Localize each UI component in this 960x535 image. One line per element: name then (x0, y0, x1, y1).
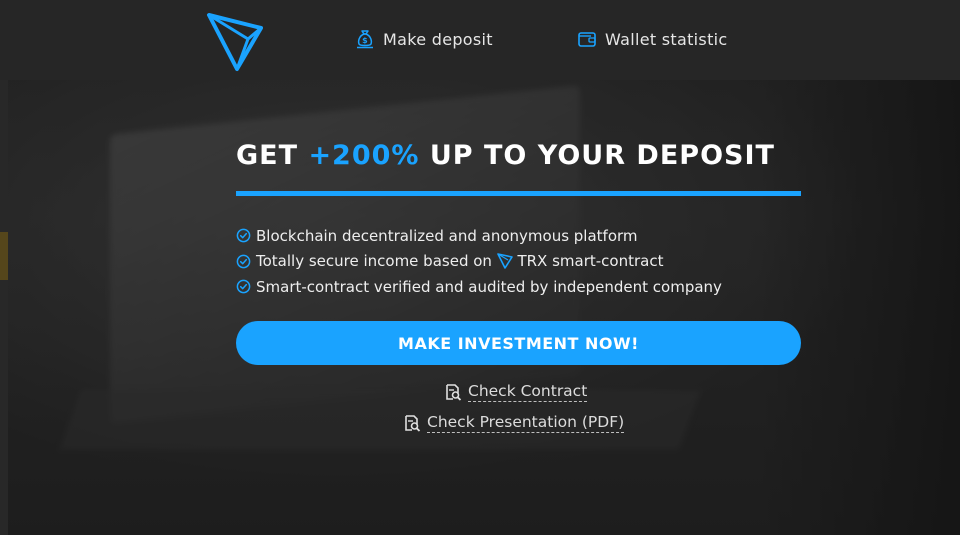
feature-list: Blockchain decentralized and anonymous p… (236, 223, 722, 300)
nav-make-deposit-label: Make deposit (383, 29, 493, 49)
feature-text: Smart-contract verified and audited by i… (256, 277, 722, 296)
feature-text: Blockchain decentralized and anonymous p… (256, 226, 638, 245)
feature-text-before: Totally secure income based on (256, 252, 497, 271)
document-search-icon (405, 415, 421, 432)
list-item: Blockchain decentralized and anonymous p… (236, 223, 722, 249)
check-contract-link[interactable]: Check Contract (444, 382, 588, 402)
check-presentation-label: Check Presentation (PDF) (427, 413, 625, 433)
hero-title-suffix: UP TO YOUR DEPOSIT (419, 140, 775, 171)
money-bag-icon: $ (355, 29, 375, 49)
nav-wallet-statistic[interactable]: Wallet statistic (577, 29, 727, 49)
trx-icon (496, 253, 513, 270)
hero-divider (236, 191, 801, 196)
top-navbar: $ Make deposit Wallet statistic (0, 0, 960, 80)
hero-title: GET +200% UP TO YOUR DEPOSIT (236, 140, 775, 171)
check-circle-icon (236, 228, 251, 243)
check-circle-icon (236, 279, 251, 294)
check-presentation-link[interactable]: Check Presentation (PDF) (403, 413, 625, 433)
check-circle-icon (236, 254, 251, 269)
feature-text-after: TRX smart-contract (517, 252, 664, 271)
list-item: Totally secure income based on TRX smart… (236, 249, 722, 275)
hero-title-accent: +200% (308, 140, 420, 171)
svg-text:$: $ (362, 36, 368, 45)
tron-logo-icon[interactable] (206, 12, 264, 72)
make-investment-button[interactable]: MAKE INVESTMENT NOW! (236, 321, 801, 365)
list-item: Smart-contract verified and audited by i… (236, 274, 722, 300)
hero-title-prefix: GET (236, 140, 309, 171)
nav-wallet-statistic-label: Wallet statistic (605, 29, 728, 49)
document-search-icon (446, 384, 462, 401)
check-contract-label: Check Contract (468, 382, 588, 402)
wallet-icon (577, 29, 597, 49)
nav-make-deposit[interactable]: $ Make deposit (355, 29, 493, 49)
feature-text: Totally secure income based on TRX smart… (256, 252, 663, 270)
